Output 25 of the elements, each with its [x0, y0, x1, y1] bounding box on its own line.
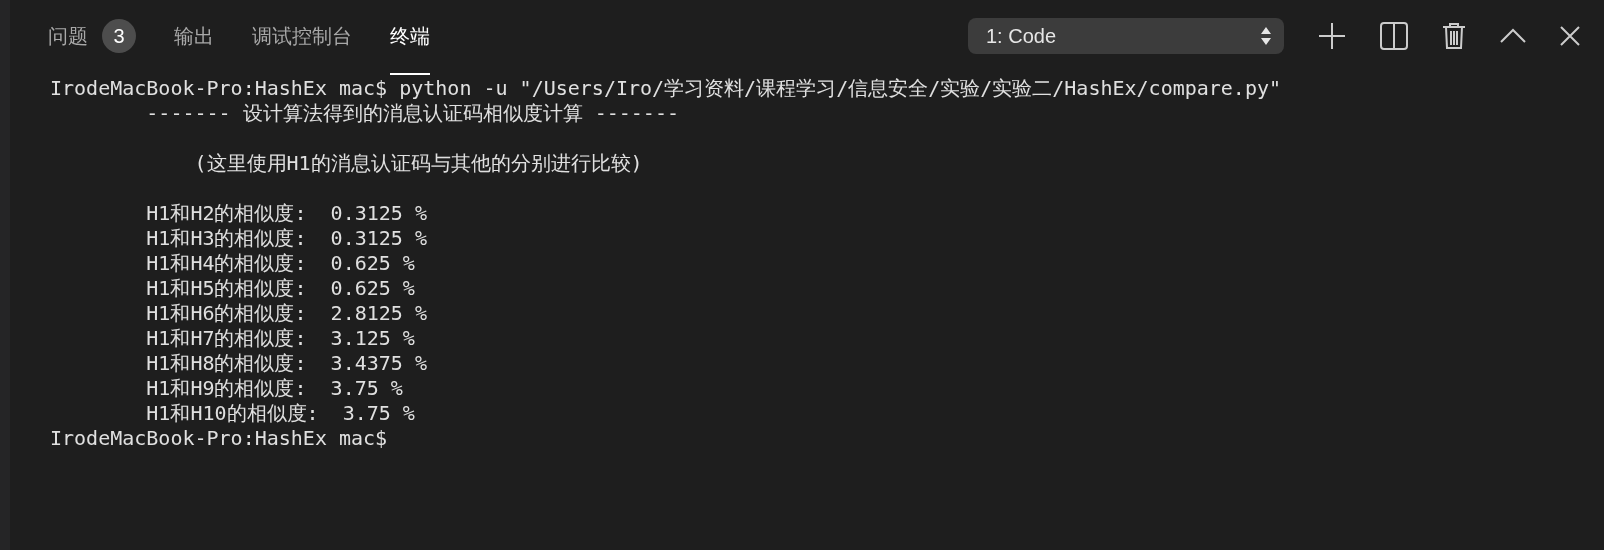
terminal-line: H1和H5的相似度: 0.625 %: [145, 276, 415, 301]
terminal-line: H1和H2的相似度: 0.3125 %: [145, 201, 427, 226]
terminal-line: H1和H10的相似度: 3.75 %: [145, 401, 415, 426]
count-badge: 3: [102, 19, 136, 53]
close-icon[interactable]: [1560, 26, 1580, 46]
terminal-line: IrodeMacBook-Pro:HashEx mac$ python -u "/Users/Iro/学习资料/课程学习/信息安全/实验/实验二/HashEx/compare.py": [50, 76, 1282, 101]
terminal-line: H1和H9的相似度: 3.75 %: [145, 376, 403, 401]
terminal-line: H1和H8的相似度: 3.4375 %: [145, 351, 427, 376]
terminal-line: H1和H3的相似度: 0.3125 %: [145, 226, 427, 251]
terminal-line: (这里使用H1的消息认证码与其他的分别进行比较): [193, 151, 643, 176]
terminal-line: H1和H7的相似度: 3.125 %: [145, 326, 415, 351]
split-icon[interactable]: [1380, 22, 1408, 50]
panel-tab[interactable]: 问题: [48, 0, 88, 73]
terminal-line: IrodeMacBook-Pro:HashEx mac$: [50, 426, 388, 451]
terminal-line: H1和H4的相似度: 0.625 %: [145, 251, 415, 276]
terminal-line: ------- 设计算法得到的消息认证码相似度计算 -------: [145, 101, 679, 126]
panel-tab[interactable]: 输出: [174, 0, 214, 73]
panel-tab[interactable]: 终端: [390, 0, 430, 75]
add-icon[interactable]: [1318, 22, 1346, 50]
terminal-line: H1和H6的相似度: 2.8125 %: [145, 301, 427, 326]
trash-icon[interactable]: [1442, 22, 1466, 50]
panel-tab[interactable]: 调试控制台: [252, 0, 352, 73]
chevron-up-icon[interactable]: [1500, 28, 1526, 44]
terminal-dropdown[interactable]: 1: Code: [968, 18, 1284, 54]
updown-icon: [1260, 26, 1272, 46]
